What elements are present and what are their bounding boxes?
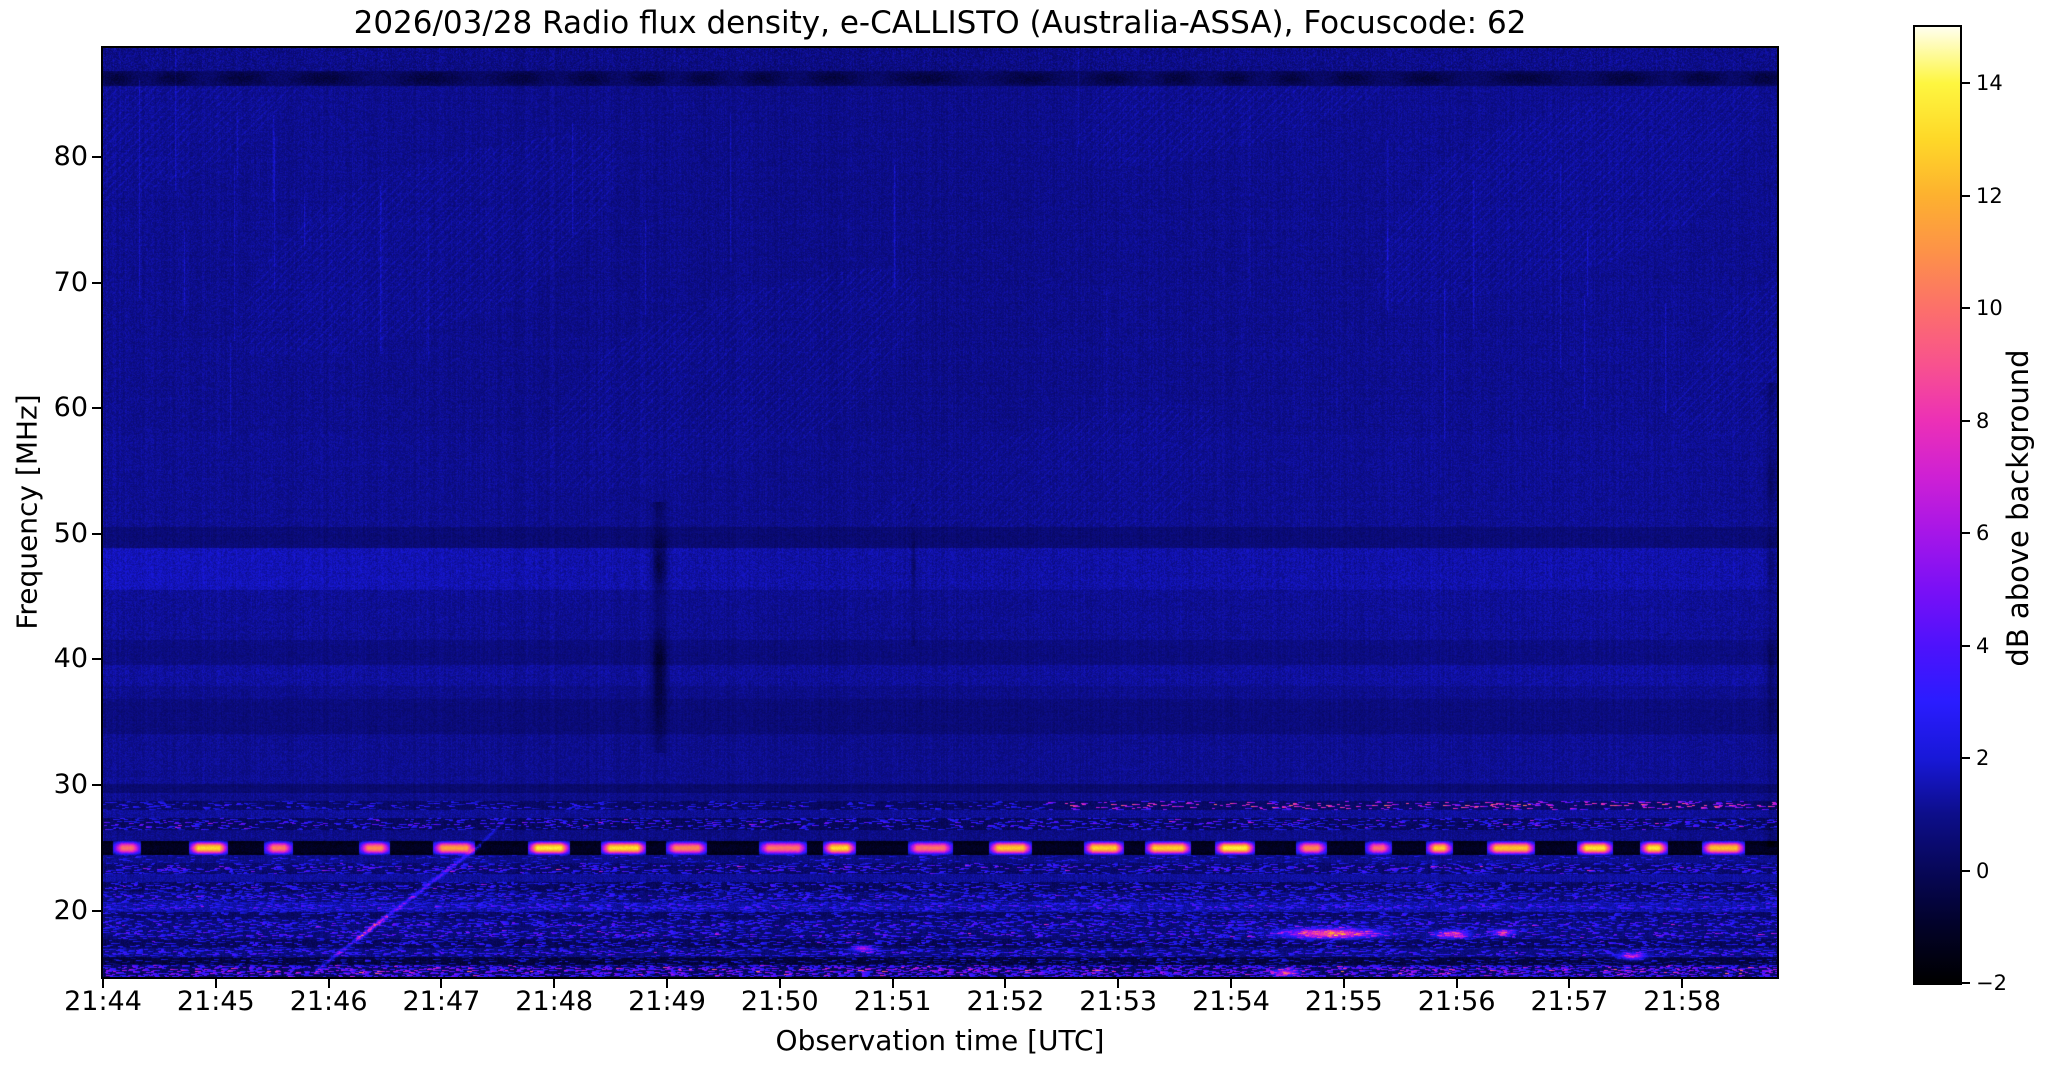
colorbar-border <box>1913 25 1962 985</box>
colorbar-tick-label: −2 <box>1976 971 2007 995</box>
y-tick-label: 20 <box>53 894 88 926</box>
x-tick-label: 21:54 <box>1192 986 1270 1017</box>
colorbar-tick <box>1962 869 1970 872</box>
y-tick <box>92 909 101 912</box>
colorbar-tick-label: 0 <box>1976 858 1990 883</box>
y-tick <box>92 156 101 159</box>
y-tick-label: 80 <box>53 141 88 173</box>
chart-title: 2026/03/28 Radio flux density, e-CALLIST… <box>353 5 1527 41</box>
colorbar-tick-label: 14 <box>1976 71 2003 96</box>
x-axis-label: Observation time [UTC] <box>775 1024 1105 1057</box>
y-tick <box>92 532 101 535</box>
x-tick-label: 21:49 <box>628 986 706 1017</box>
x-tick-label: 21:55 <box>1304 986 1383 1017</box>
x-tick-label: 21:46 <box>289 986 368 1017</box>
x-tick-label: 21:50 <box>740 986 819 1017</box>
y-tick <box>92 784 101 787</box>
y-tick <box>92 407 101 410</box>
x-tick-label: 21:44 <box>64 986 142 1017</box>
colorbar-tick <box>1962 757 1970 760</box>
colorbar-tick <box>1962 419 1970 422</box>
colorbar-tick-label: 8 <box>1976 408 1990 433</box>
y-tick-label: 30 <box>53 769 88 801</box>
figure: 2026/03/28 Radio flux density, e-CALLIST… <box>0 0 2047 1067</box>
y-tick <box>92 658 101 661</box>
colorbar-tick-label: 6 <box>1976 521 1990 546</box>
x-tick-label: 21:47 <box>402 986 481 1017</box>
x-tick-label: 21:52 <box>966 986 1045 1017</box>
colorbar-tick-label: 2 <box>1976 746 1990 771</box>
y-tick-label: 70 <box>53 266 88 298</box>
colorbar-tick-label: 12 <box>1976 183 2003 208</box>
x-tick-label: 21:56 <box>1417 986 1496 1017</box>
colorbar-tick <box>1962 644 1970 647</box>
y-axis-label: Frequency [MHz] <box>10 394 44 630</box>
colorbar-tick <box>1962 982 1970 984</box>
colorbar-tick <box>1962 532 1970 535</box>
colorbar-tick-label: 4 <box>1976 633 1990 658</box>
colorbar-tick-label: 10 <box>1976 296 2003 321</box>
x-tick-label: 21:45 <box>176 986 255 1017</box>
y-tick <box>92 281 101 284</box>
x-tick-label: 21:48 <box>515 986 594 1017</box>
x-tick-label: 21:57 <box>1530 986 1609 1017</box>
x-tick-label: 21:53 <box>1079 986 1158 1017</box>
y-tick-label: 40 <box>53 643 88 675</box>
plot-border <box>101 46 1779 979</box>
x-tick-label: 21:58 <box>1643 986 1722 1017</box>
colorbar-label: dB above background <box>2001 349 2035 667</box>
colorbar-tick <box>1962 82 1970 85</box>
colorbar-tick <box>1962 194 1970 197</box>
x-tick-label: 21:51 <box>853 986 932 1017</box>
colorbar-tick <box>1962 307 1970 310</box>
